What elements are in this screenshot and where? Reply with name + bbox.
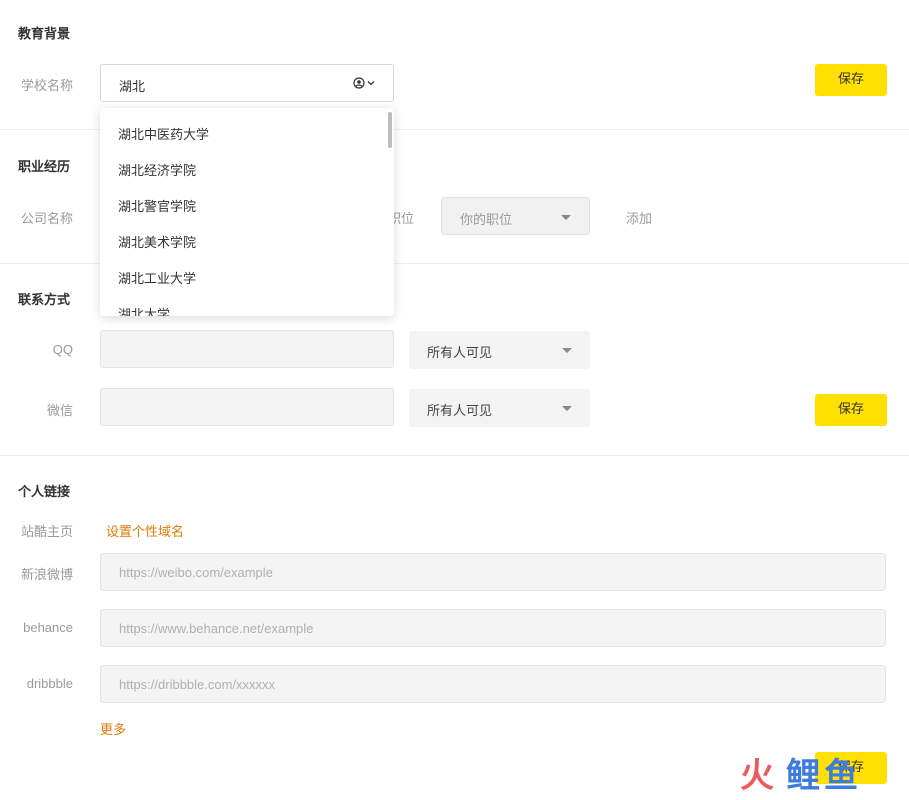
dribbble-input-placeholder: https://dribbble.com/xxxxxx [119,677,276,692]
position-select-value: 你的职位 [460,213,513,228]
chevron-down-icon[interactable] [367,79,375,87]
caret-down-icon [561,215,571,220]
set-custom-domain-link[interactable]: 设置个性域名 [106,521,184,540]
caret-down-icon [562,406,572,411]
qq-label: QQ [52,342,73,357]
position-select[interactable]: 你的职位 [441,197,590,235]
education-section-title: 教育背景 [18,27,71,42]
dropdown-option[interactable]: 湖北工业大学 [118,268,196,287]
dropdown-option[interactable]: 湖北经济学院 [118,160,196,179]
watermark-text-left: 火 [740,756,776,796]
dropdown-option[interactable]: 湖北美术学院 [118,232,196,251]
dribbble-label: dribbble [26,676,73,691]
caret-down-icon [562,348,572,353]
dropdown-option[interactable]: 湖北大学 [118,304,170,316]
dropdown-option[interactable]: 湖北警官学院 [118,196,196,215]
career-section-title: 职业经历 [18,160,71,175]
weibo-input-placeholder: https://weibo.com/example [119,565,273,580]
wechat-visibility-value: 所有人可见 [427,404,493,419]
contact-section-title: 联系方式 [18,293,71,308]
more-links-button[interactable]: 更多 [100,719,126,738]
wechat-label: 微信 [46,404,73,419]
behance-label: behance [23,620,73,635]
education-save-button[interactable]: 保存 [815,64,887,96]
add-career-link[interactable]: 添加 [626,208,652,227]
wechat-input[interactable] [100,388,394,426]
dribbble-input[interactable]: https://dribbble.com/xxxxxx [100,665,886,703]
weibo-label: 新浪微博 [20,568,73,583]
watermark-text-right: 鲤鱼 [786,756,862,796]
company-label: 公司名称 [20,212,73,227]
zcool-label: 站酷主页 [20,525,73,540]
watermark-logo: 火 鲤鱼 [740,748,890,796]
behance-input-placeholder: https://www.behance.net/example [119,621,314,636]
user-circle-icon [353,77,365,89]
weibo-input[interactable]: https://weibo.com/example [100,553,886,591]
dropdown-scrollbar[interactable] [388,112,392,148]
school-input-value: 湖北 [119,80,146,95]
divider [0,455,909,456]
qq-visibility-value: 所有人可见 [427,346,493,361]
links-section-title: 个人链接 [18,485,71,500]
qq-visibility-select[interactable]: 所有人可见 [409,331,590,369]
school-label: 学校名称 [20,79,73,94]
dropdown-option[interactable]: 湖北中医药大学 [118,124,209,143]
contact-save-button[interactable]: 保存 [815,394,887,426]
qq-input[interactable] [100,330,394,368]
school-input-icons [353,77,375,89]
school-dropdown: 湖北中医药大学 湖北经济学院 湖北警官学院 湖北美术学院 湖北工业大学 湖北大学 [100,108,394,316]
behance-input[interactable]: https://www.behance.net/example [100,609,886,647]
school-input[interactable]: 湖北 [100,64,394,102]
wechat-visibility-select[interactable]: 所有人可见 [409,389,590,427]
